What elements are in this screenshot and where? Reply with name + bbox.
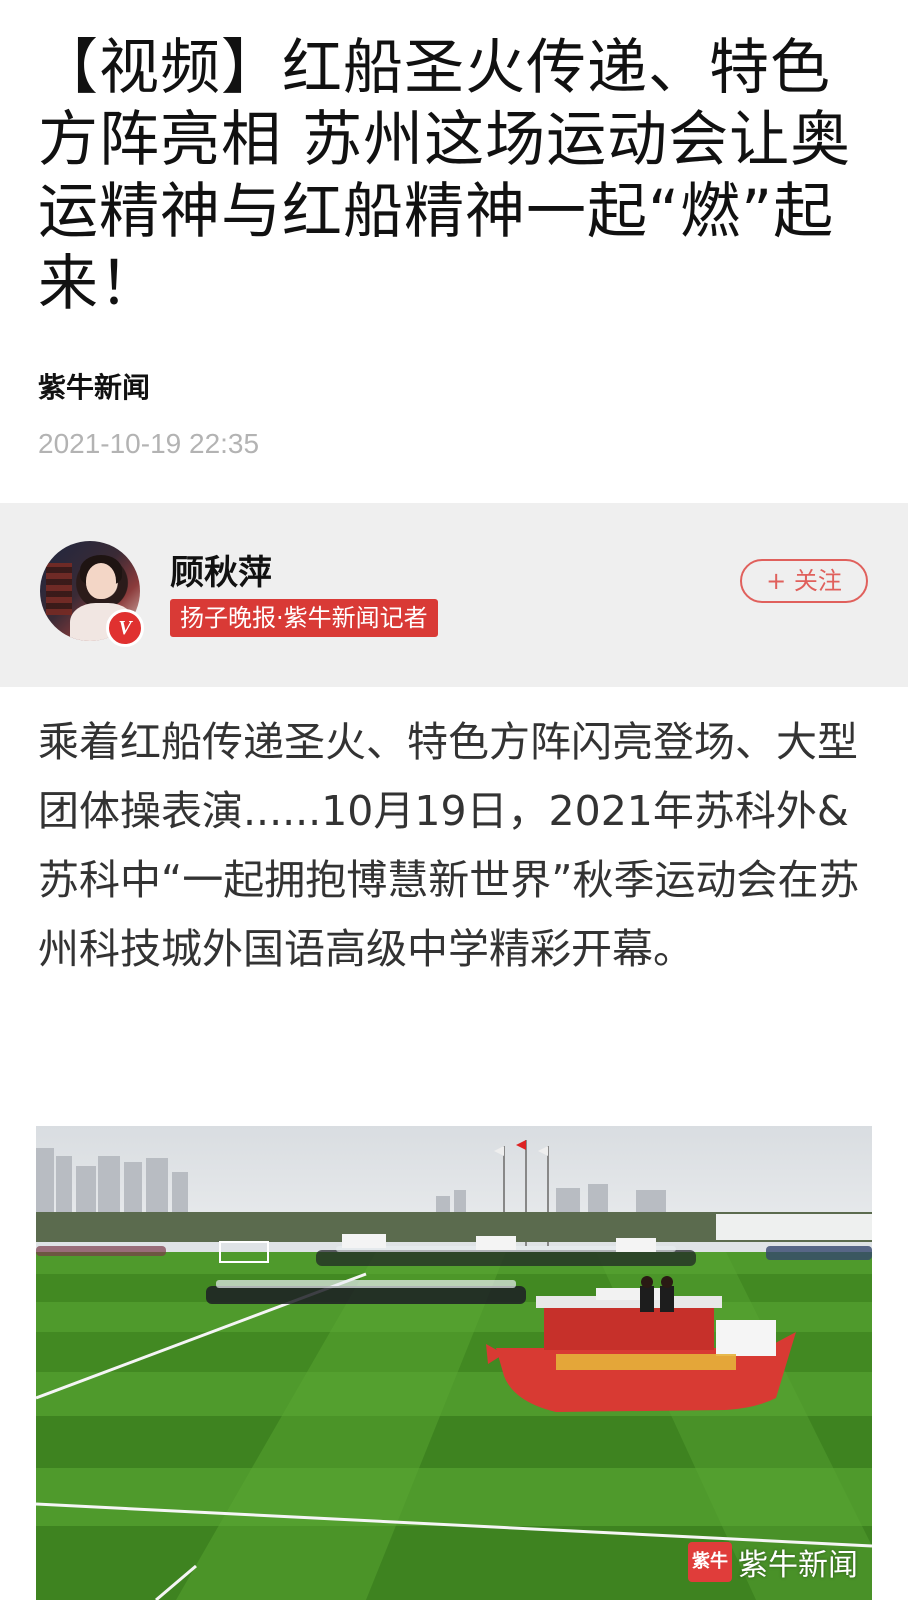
photo-watermark: 紫牛 紫牛新闻 bbox=[688, 1540, 858, 1584]
avatar-background-panel bbox=[46, 563, 72, 615]
watermark-text: 紫牛新闻 bbox=[738, 1548, 858, 1583]
follow-button[interactable]: + 关注 bbox=[740, 559, 868, 603]
right-building bbox=[716, 1214, 872, 1240]
avatar-face bbox=[86, 563, 116, 599]
article-source[interactable]: 紫牛新闻 bbox=[38, 366, 870, 406]
zini-logo-icon: 紫牛 bbox=[688, 1542, 732, 1582]
stadium-scene bbox=[36, 1126, 872, 1600]
author-name[interactable]: 顾秋萍 bbox=[170, 545, 272, 594]
article-photo[interactable]: 紫牛 紫牛新闻 bbox=[36, 1126, 872, 1600]
author-tag: 扬子晚报·紫牛新闻记者 bbox=[170, 599, 438, 637]
author-card[interactable]: V 顾秋萍 扬子晚报·紫牛新闻记者 + 关注 bbox=[0, 503, 908, 687]
article-header: 【视频】红船圣火传递、特色方阵亮相 苏州这场运动会让奥运精神与红船精神一起“燃”… bbox=[0, 0, 908, 460]
article-title: 【视频】红船圣火传递、特色方阵亮相 苏州这场运动会让奥运精神与红船精神一起“燃”… bbox=[38, 33, 852, 319]
article-datetime: 2021-10-19 22:35 bbox=[38, 428, 260, 459]
article-paragraph: 乘着红船传递圣火、特色方阵闪亮登场、大型团体操表演......10月19日，20… bbox=[38, 718, 860, 973]
verified-badge-icon: V bbox=[106, 609, 144, 647]
